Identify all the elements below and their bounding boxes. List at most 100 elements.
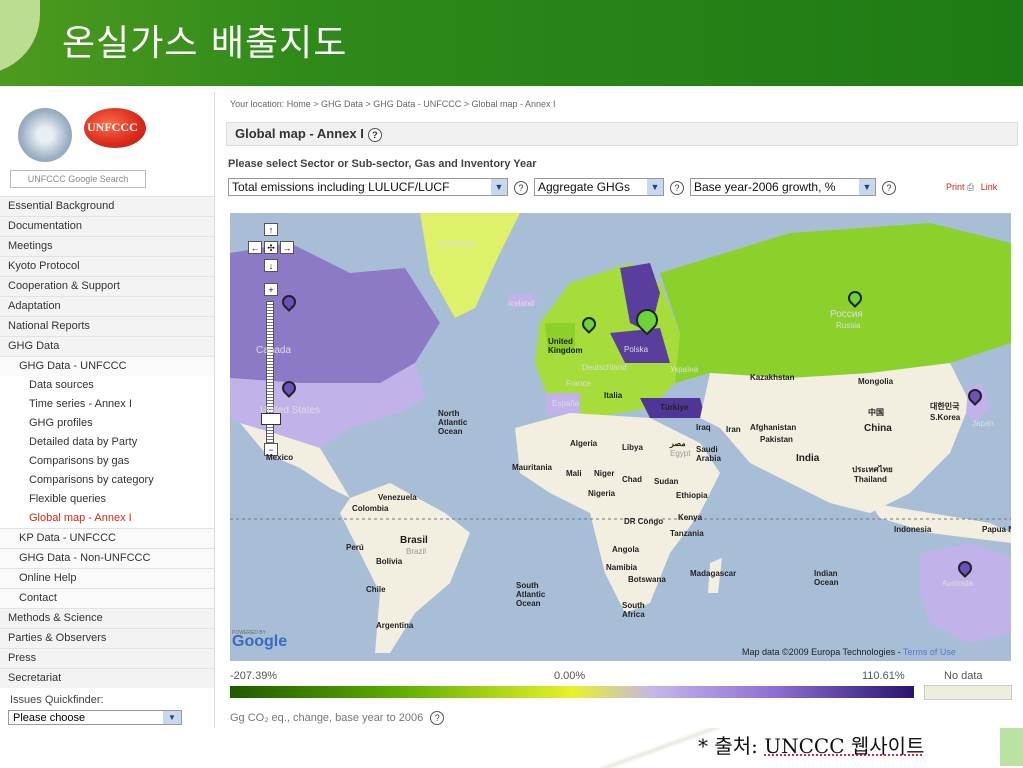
sidebar-item-online-help[interactable]: Online Help [0, 568, 214, 588]
gas-select[interactable]: Aggregate GHGs ▼ [534, 178, 664, 196]
sidebar-item-kyoto-protocol[interactable]: Kyoto Protocol [0, 256, 214, 276]
region-indonesia [870, 503, 1011, 543]
sidebar-item-ghg-profiles[interactable]: GHG profiles [0, 414, 214, 433]
print-link[interactable]: Print [946, 182, 965, 192]
page-title-text: Global map - Annex I [235, 126, 364, 141]
source-note: * 출처: UNCCC 웹사이트 [698, 730, 925, 759]
map-label: Ethiopia [676, 491, 708, 500]
pan-up-button[interactable]: ↑ [264, 223, 278, 236]
region-greenland [420, 213, 520, 318]
sidebar-item-secretariat[interactable]: Secretariat [0, 668, 214, 688]
sidebar-item-data-sources[interactable]: Data sources [0, 376, 214, 395]
help-icon[interactable]: ? [367, 127, 382, 142]
map-label: Iceland [508, 299, 534, 308]
sidebar-item-contact[interactable]: Contact [0, 588, 214, 608]
unfccc-logo-text: UNFCCC [87, 120, 138, 134]
legend-mid: 0.00% [554, 670, 586, 682]
map-label: Canada [256, 345, 292, 356]
map-label: Perú [346, 543, 364, 552]
map-label: Afghanistan [750, 423, 797, 432]
map-label: Thailand [854, 475, 887, 484]
terms-of-use-link[interactable]: Terms of Use [903, 647, 956, 657]
quickfinder-select[interactable]: Please choose ▼ [8, 710, 182, 725]
map-label: Libya [622, 443, 643, 452]
zoom-slider[interactable] [266, 301, 274, 451]
source-prefix: * 출처: [698, 734, 765, 758]
pan-right-button[interactable]: → [280, 241, 294, 254]
sidebar-item-parties-observers[interactable]: Parties & Observers [0, 628, 214, 648]
sidebar-item-documentation[interactable]: Documentation [0, 216, 214, 236]
legend-min: -207.39% [230, 670, 278, 682]
sidebar-item-flexible-queries[interactable]: Flexible queries [0, 490, 214, 509]
region-canada [230, 243, 440, 383]
chevron-down-icon: ▼ [859, 179, 875, 195]
sidebar-item-global-map-annex-i[interactable]: Global map - Annex I [0, 509, 214, 528]
map-label: Algeria [570, 439, 598, 448]
help-icon[interactable]: ? [430, 711, 445, 725]
map-label: China [864, 423, 892, 434]
sidebar-item-kp-data-unfccc[interactable]: KP Data - UNFCCC [0, 528, 214, 548]
sidebar-item-ghg-data-unfccc[interactable]: GHG Data - UNFCCC [0, 356, 214, 376]
map-label: Bolivia [376, 557, 403, 566]
sidebar-item-comparisons-by-category[interactable]: Comparisons by category [0, 471, 214, 490]
pan-down-button[interactable]: ↓ [264, 259, 278, 272]
google-logo[interactable]: Google [232, 633, 287, 651]
sidebar-item-cooperation-support[interactable]: Cooperation & Support [0, 276, 214, 296]
un-logo[interactable] [18, 108, 72, 162]
map-label: Россия [830, 309, 863, 320]
map-label: S.Korea [930, 413, 961, 422]
map-label: India [796, 453, 820, 464]
sidebar-item-comparisons-by-gas[interactable]: Comparisons by gas [0, 452, 214, 471]
map-label: Egypt [670, 449, 691, 458]
help-icon[interactable]: ? [670, 181, 684, 195]
sector-select[interactable]: Total emissions including LULUCF/LUCF ▼ [228, 178, 508, 196]
legend-units: Gg CO₂ eq., change, base year to 2006 ? [230, 711, 445, 725]
printer-icon[interactable]: ⎙ [967, 182, 974, 192]
sidebar-item-time-series-annex-i[interactable]: Time series - Annex I [0, 395, 214, 414]
slide-header: 온실가스 배출지도 [0, 0, 1023, 86]
quickfinder-value: Please choose [13, 712, 86, 724]
year-select[interactable]: Base year-2006 growth, % ▼ [690, 178, 876, 196]
map-label: Україна [670, 365, 699, 374]
legend-units-text: Gg CO₂ eq., change, base year to 2006 [230, 711, 424, 724]
map-label: France [566, 379, 591, 388]
map-label: North Atlantic Ocean [438, 409, 468, 436]
map-label: Mexico [266, 453, 294, 462]
map-label: United Kingdom [548, 337, 583, 355]
help-icon[interactable]: ? [882, 181, 896, 195]
sidebar-item-methods-science[interactable]: Methods & Science [0, 608, 214, 628]
map-label: Italia [604, 391, 623, 400]
sidebar-item-ghg-data[interactable]: GHG Data [0, 336, 214, 356]
sidebar-item-meetings[interactable]: Meetings [0, 236, 214, 256]
map-label: Madagascar [690, 569, 737, 578]
map-label: Papua New Guinea [982, 525, 1011, 534]
sidebar-item-press[interactable]: Press [0, 648, 214, 668]
sidebar-item-essential-background[interactable]: Essential Background [0, 196, 214, 216]
sidebar-item-detailed-data-by-party[interactable]: Detailed data by Party [0, 433, 214, 452]
slide-title: 온실가스 배출지도 [62, 23, 348, 64]
pan-center-button[interactable]: ✣ [264, 241, 278, 254]
pan-left-button[interactable]: ← [248, 241, 262, 254]
global-map[interactable]: ↑ ← ✣ → ↓ + − Greenland Iceland Canada U… [230, 213, 1011, 661]
map-label: Niger [594, 469, 615, 478]
legend-gradient-bar [230, 686, 914, 698]
map-label: Tanzania [670, 529, 704, 538]
map-label: Brazil [406, 547, 427, 556]
source-link: UNCCC 웹사이트 [764, 734, 925, 758]
unfccc-logo[interactable]: UNFCCC [84, 108, 146, 148]
map-label: Botswana [628, 575, 666, 584]
sidebar-item-national-reports[interactable]: National Reports [0, 316, 214, 336]
sidebar-item-adaptation[interactable]: Adaptation [0, 296, 214, 316]
corner-decoration [1000, 728, 1023, 766]
link-link[interactable]: Link [981, 182, 998, 192]
zoom-in-button[interactable]: + [264, 283, 278, 296]
sidebar-item-ghg-data-non-unfccc[interactable]: GHG Data - Non-UNFCCC [0, 548, 214, 568]
map-label: 中国 [868, 408, 884, 417]
map-label: Colombia [352, 504, 389, 513]
map-label: DR Congo [624, 517, 664, 526]
google-search-button[interactable]: UNFCCC Google Search [10, 170, 146, 188]
sector-select-value: Total emissions including LULUCF/LUCF [232, 180, 450, 194]
map-label: South Africa [622, 601, 645, 619]
help-icon[interactable]: ? [514, 181, 528, 195]
map-label: مصر [670, 439, 686, 448]
